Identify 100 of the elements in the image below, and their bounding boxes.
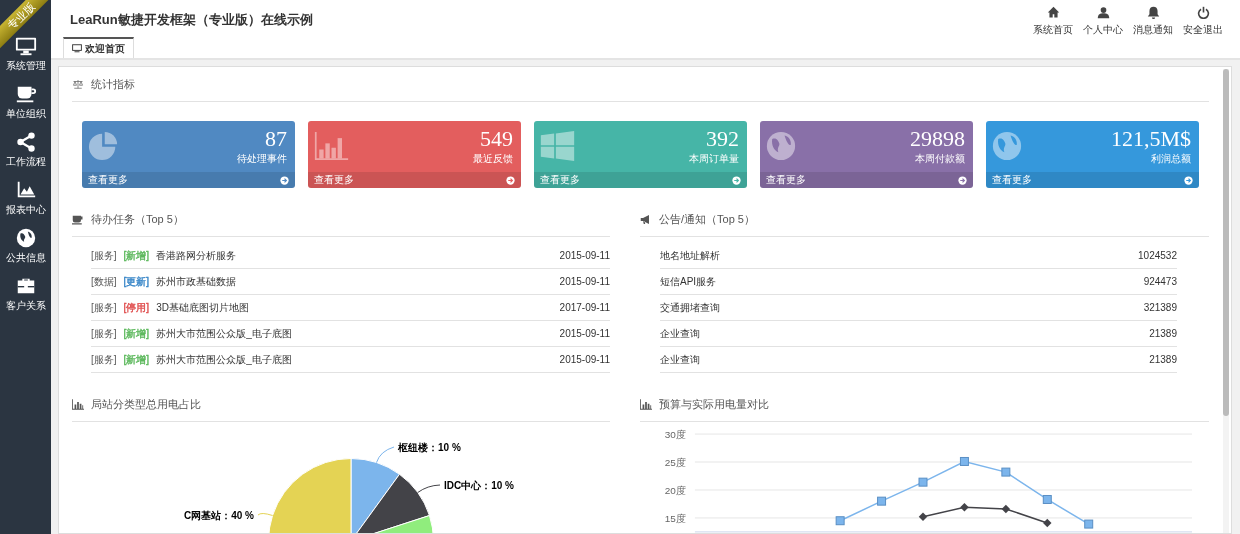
stat-value: 87 bbox=[264, 126, 287, 152]
data-point bbox=[1001, 504, 1011, 514]
notice-link[interactable]: 短信API服务 bbox=[660, 274, 1137, 289]
task-status: [新增] bbox=[123, 352, 150, 367]
data-point bbox=[877, 496, 887, 506]
stat-label: 本周付款额 bbox=[914, 152, 965, 166]
leader-line bbox=[417, 484, 441, 493]
nav-link[interactable]: 消息通知 bbox=[1128, 6, 1178, 58]
arrow-circle-icon bbox=[732, 175, 741, 185]
data-point bbox=[959, 457, 969, 466]
arrow-circle-icon bbox=[506, 175, 515, 185]
data-point bbox=[835, 516, 845, 526]
task-date: 2017-09-11 bbox=[559, 302, 610, 313]
task-status: [停用] bbox=[123, 300, 150, 315]
notice-link[interactable]: 企业查询 bbox=[660, 326, 1143, 341]
notice-count: 1024532 bbox=[1138, 250, 1177, 261]
power-icon bbox=[1196, 6, 1210, 19]
stat-label: 利润总额 bbox=[1150, 152, 1191, 166]
task-date: 2015-09-11 bbox=[559, 354, 610, 365]
notice-link[interactable]: 企业查询 bbox=[660, 352, 1143, 367]
user-icon bbox=[1096, 6, 1110, 19]
stat-value: 121,5M$ bbox=[1110, 126, 1191, 152]
section-title: 待办任务（Top 5） bbox=[91, 212, 184, 227]
task-link[interactable]: 3D基础底图切片地图 bbox=[156, 300, 553, 315]
view-more-link[interactable]: 查看更多 bbox=[82, 172, 295, 188]
pie-label: C网基站：40 % bbox=[184, 510, 254, 521]
section-title: 预算与实际用电量对比 bbox=[659, 397, 769, 412]
sidebar-item[interactable]: 客户关系 bbox=[5, 275, 46, 323]
stat-value: 29898 bbox=[910, 126, 965, 152]
pie-chart-icon bbox=[88, 131, 118, 160]
data-point bbox=[918, 477, 928, 487]
task-type: [服务] bbox=[91, 300, 117, 315]
y-tick-label: 25度 bbox=[664, 457, 686, 468]
notice-link[interactable]: 交通拥堵查询 bbox=[660, 300, 1137, 315]
task-type: [数据] bbox=[91, 274, 117, 289]
task-date: 2015-09-11 bbox=[559, 276, 610, 287]
sidebar-item[interactable]: 工作流程 bbox=[5, 131, 46, 179]
arrow-circle-icon bbox=[958, 175, 967, 185]
nav-link[interactable]: 个人中心 bbox=[1078, 6, 1128, 58]
leader-line bbox=[376, 446, 395, 464]
data-point bbox=[918, 512, 928, 522]
task-status: [更新] bbox=[123, 274, 150, 289]
nav-link[interactable]: 系统首页 bbox=[1028, 6, 1078, 58]
monitor-icon bbox=[72, 44, 82, 53]
leader-line bbox=[257, 513, 274, 516]
notice-count: 924473 bbox=[1143, 276, 1177, 287]
task-type: [服务] bbox=[91, 248, 117, 263]
sidebar-item[interactable]: 单位组织 bbox=[5, 83, 46, 131]
view-more-link[interactable]: 查看更多 bbox=[308, 172, 521, 188]
data-point bbox=[1001, 467, 1011, 477]
bar-chart-icon bbox=[640, 399, 652, 410]
stat-label: 待处理事件 bbox=[237, 152, 287, 166]
data-point bbox=[1042, 495, 1052, 504]
window-grid-icon bbox=[540, 131, 575, 161]
task-link[interactable]: 苏州大市范围公众版_电子底图 bbox=[156, 326, 553, 341]
pie-label: 枢纽楼：10 % bbox=[398, 442, 461, 453]
view-more-link[interactable]: 查看更多 bbox=[986, 172, 1199, 188]
task-status: [新增] bbox=[123, 326, 150, 341]
view-more-link[interactable]: 查看更多 bbox=[760, 172, 973, 188]
monitor-icon bbox=[14, 35, 37, 57]
notice-link[interactable]: 地名地址解析 bbox=[660, 248, 1132, 263]
y-tick-label: 20度 bbox=[664, 484, 686, 496]
task-link[interactable]: 苏州市政基础数据 bbox=[156, 274, 553, 289]
megaphone-icon bbox=[640, 214, 652, 225]
arrow-circle-icon bbox=[280, 175, 289, 185]
stat-value: 549 bbox=[479, 126, 513, 152]
notice-count: 21389 bbox=[1149, 328, 1177, 339]
sidebar-item[interactable]: 系统管理 bbox=[5, 35, 46, 83]
nav-link[interactable]: 安全退出 bbox=[1178, 6, 1228, 58]
bar-chart-icon bbox=[72, 399, 84, 410]
section-title: 公告/通知（Top 5） bbox=[659, 212, 755, 227]
share-icon bbox=[14, 131, 37, 153]
task-link[interactable]: 香港路网分析服务 bbox=[156, 248, 553, 263]
tab[interactable]: 欢迎首页 bbox=[63, 37, 134, 58]
section-title: 统计指标 bbox=[91, 77, 135, 92]
globe-icon bbox=[14, 227, 37, 249]
pie-label: IDC中心：10 % bbox=[444, 480, 514, 491]
app-title: LeaRun敏捷开发框架（专业版）在线示例 bbox=[70, 11, 313, 29]
data-point bbox=[1043, 518, 1052, 528]
home-icon bbox=[1046, 6, 1060, 19]
task-type: [服务] bbox=[91, 352, 117, 367]
stat-label: 最近反馈 bbox=[473, 152, 513, 166]
task-status: [新增] bbox=[123, 248, 150, 263]
task-type: [服务] bbox=[91, 326, 117, 341]
scrollbar[interactable] bbox=[1223, 69, 1229, 533]
bell-icon bbox=[1146, 6, 1160, 19]
data-point bbox=[1084, 519, 1094, 529]
sidebar-item[interactable]: 报表中心 bbox=[5, 179, 46, 227]
arrow-circle-icon bbox=[1184, 175, 1193, 185]
stat-label: 本周订单量 bbox=[689, 152, 739, 166]
cup-icon bbox=[72, 214, 84, 225]
y-tick-label: 30度 bbox=[664, 429, 686, 441]
data-point bbox=[960, 503, 969, 512]
notice-count: 321389 bbox=[1143, 302, 1177, 313]
task-date: 2015-09-11 bbox=[559, 250, 610, 261]
section-title: 局站分类型总用电占比 bbox=[91, 397, 201, 412]
task-date: 2015-09-11 bbox=[559, 328, 610, 339]
bar-chart-icon bbox=[314, 131, 349, 161]
task-link[interactable]: 苏州大市范围公众版_电子底图 bbox=[156, 352, 553, 367]
sidebar-item[interactable]: 公共信息 bbox=[5, 227, 46, 275]
